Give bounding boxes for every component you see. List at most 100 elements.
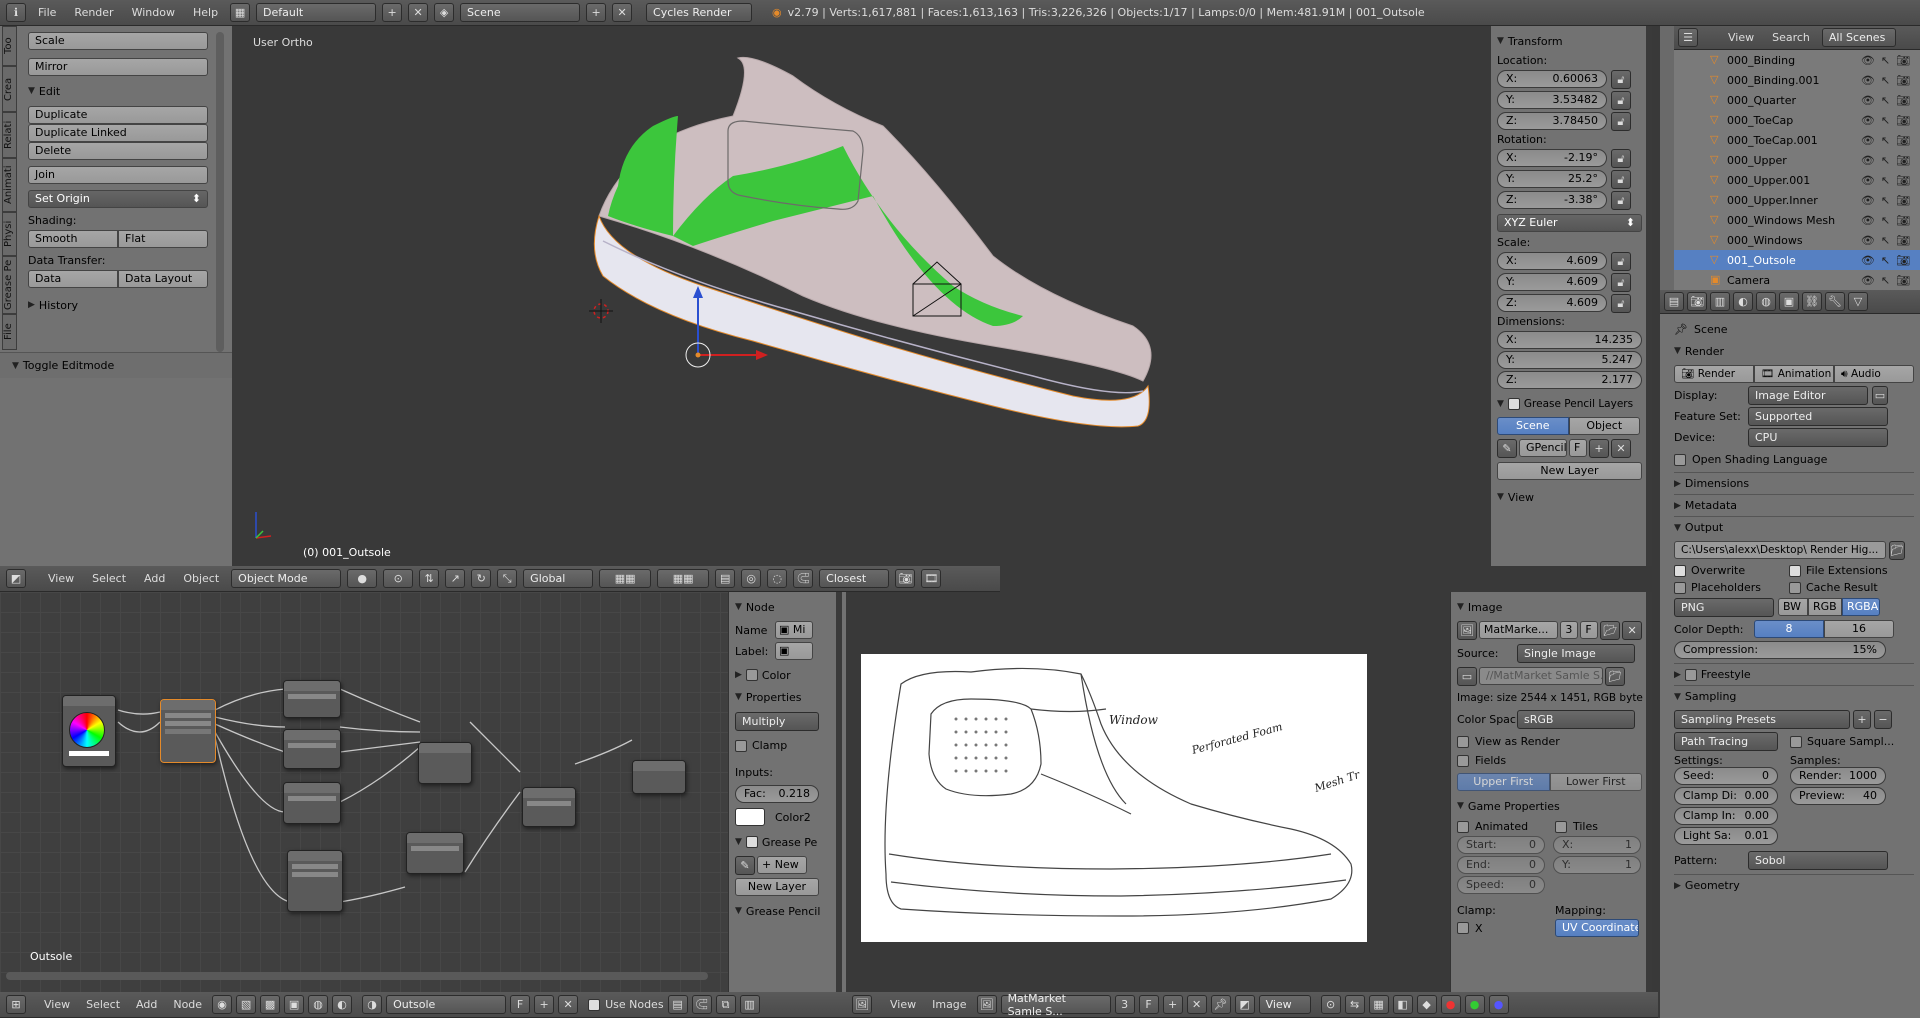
node-view-menu[interactable]: View bbox=[38, 998, 76, 1011]
opengl-anim-icon[interactable]: 🎞︎ bbox=[921, 569, 942, 588]
selectable-arrow-icon[interactable]: ↖ bbox=[1881, 134, 1890, 147]
outliner-editor-icon[interactable]: ☰ bbox=[1678, 28, 1698, 47]
gp-scene-tab[interactable]: Scene bbox=[1497, 417, 1569, 435]
visibility-eye-icon[interactable]: 👁︎ bbox=[1861, 194, 1875, 207]
square-samples-option[interactable]: Square Sampl... bbox=[1790, 735, 1894, 748]
render-camera-icon[interactable]: 📷︎ bbox=[1896, 214, 1910, 227]
translate-icon[interactable]: ↗ bbox=[445, 569, 466, 588]
paste-nodes-icon[interactable]: ▥ bbox=[739, 995, 760, 1014]
mix-shader-node-b[interactable] bbox=[522, 787, 576, 827]
output-section-header[interactable]: ▼ Output bbox=[1674, 516, 1914, 538]
channel-red-icon[interactable]: ● bbox=[1440, 995, 1461, 1014]
upper-first-button[interactable]: Upper First bbox=[1457, 773, 1550, 791]
use-nodes-option[interactable]: Use Nodes bbox=[588, 998, 664, 1011]
editor-type-image-icon[interactable]: 🖼︎ bbox=[852, 995, 872, 1014]
freestyle-section[interactable]: ▶ Freestyle bbox=[1674, 663, 1914, 685]
remove-scene-icon[interactable]: ✕ bbox=[612, 3, 633, 22]
node-name-field[interactable]: ▣ Mi bbox=[775, 621, 813, 639]
outliner-item[interactable]: ▣ Camera 👁︎ ↖ 📷︎ bbox=[1674, 270, 1920, 290]
rotation-y-field[interactable]: Y: 25.2° bbox=[1497, 170, 1607, 188]
selectable-arrow-icon[interactable]: ↖ bbox=[1881, 94, 1890, 107]
tab-relations[interactable]: Relati bbox=[2, 112, 17, 158]
image-path-field[interactable]: //MatMarket Samle S... bbox=[1479, 667, 1603, 685]
snap-magnet-icon[interactable]: 🧲︎ bbox=[793, 569, 814, 588]
tiles-option[interactable]: Tiles bbox=[1555, 820, 1598, 833]
location-y-field[interactable]: Y: 3.53482 bbox=[1497, 91, 1607, 109]
tiles-y-field[interactable]: Y: 1 bbox=[1553, 856, 1641, 874]
depth-8-button[interactable]: 8 bbox=[1754, 620, 1824, 638]
image-fake-user-header[interactable]: F bbox=[1138, 995, 1159, 1014]
copy-nodes-icon[interactable]: ⧉ bbox=[715, 995, 736, 1014]
file-extensions-option[interactable]: File Extensions bbox=[1789, 564, 1888, 577]
render-engine-select[interactable]: Cycles Render bbox=[646, 3, 753, 22]
animated-checkbox[interactable] bbox=[1457, 820, 1469, 833]
3d-viewport[interactable]: User Ortho (0) 001_Outsole bbox=[233, 26, 1491, 566]
visibility-eye-icon[interactable]: 👁︎ bbox=[1861, 54, 1875, 67]
node-grease-pencil-header[interactable]: ▼ Grease Pe bbox=[735, 831, 840, 853]
set-origin-dropdown[interactable]: Set Origin ⬍ bbox=[28, 190, 208, 208]
node-color-section[interactable]: ▶ Color bbox=[735, 664, 840, 686]
tab-create[interactable]: Crea bbox=[2, 66, 17, 112]
outliner-display-mode[interactable]: All Scenes bbox=[1821, 28, 1896, 47]
image-browse-icon[interactable]: 🖼︎ bbox=[1457, 621, 1477, 640]
grease-pencil-checkbox[interactable] bbox=[1507, 398, 1520, 410]
transform-orientation-dropdown[interactable]: Global bbox=[523, 569, 594, 588]
image-section-header[interactable]: ▼ Image bbox=[1457, 596, 1642, 618]
selectable-arrow-icon[interactable]: ↖ bbox=[1881, 54, 1890, 67]
scale-y-field[interactable]: Y: 4.609 bbox=[1497, 273, 1607, 291]
display-dropdown[interactable]: Image Editor bbox=[1748, 386, 1868, 405]
outliner-item[interactable]: ▽ 000_Upper.001 👁︎ ↖ 📷︎ bbox=[1674, 170, 1920, 190]
glossy-bsdf-node[interactable] bbox=[283, 729, 341, 769]
tool-shelf-scrollbar[interactable] bbox=[216, 32, 224, 352]
animated-option[interactable]: Animated bbox=[1457, 820, 1555, 833]
selectable-arrow-icon[interactable]: ↖ bbox=[1881, 194, 1890, 207]
selectable-arrow-icon[interactable]: ↖ bbox=[1881, 214, 1890, 227]
outliner-item[interactable]: ▽ 000_Upper 👁︎ ↖ 📷︎ bbox=[1674, 150, 1920, 170]
scale-x-field[interactable]: X: 4.609 bbox=[1497, 252, 1607, 270]
outliner-item[interactable]: ▽ 000_Quarter 👁︎ ↖ 📷︎ bbox=[1674, 90, 1920, 110]
node-new-layer-button[interactable]: New Layer bbox=[735, 878, 819, 896]
data-button[interactable]: Data bbox=[28, 270, 118, 288]
node-panel-scrollbar[interactable] bbox=[836, 592, 842, 995]
history-section-header[interactable]: ▶ History bbox=[28, 294, 208, 316]
menu-window[interactable]: Window bbox=[126, 6, 181, 19]
seed-field[interactable]: Seed: 0 bbox=[1674, 767, 1778, 785]
material-fake-user[interactable]: F bbox=[510, 995, 531, 1014]
clamp-x-checkbox[interactable] bbox=[1457, 922, 1469, 934]
remove-preset-icon[interactable]: − bbox=[1874, 710, 1892, 729]
menu-file[interactable]: File bbox=[32, 6, 62, 19]
shader-tree-icon[interactable]: ◉ bbox=[212, 995, 233, 1014]
edit-section-header[interactable]: ▼ Edit bbox=[28, 80, 208, 102]
panel-scrollbar[interactable] bbox=[1646, 26, 1652, 566]
add-scene-icon[interactable]: + bbox=[586, 3, 607, 22]
lock-icon[interactable]: 🔓︎ bbox=[1611, 170, 1631, 189]
viewport-shading-icon[interactable]: ● bbox=[347, 569, 378, 588]
scene-tab-icon[interactable]: ◐ bbox=[1733, 292, 1753, 311]
transform-header[interactable]: ▼ Transform bbox=[1497, 30, 1640, 52]
proportional-icon[interactable]: ◎ bbox=[741, 569, 762, 588]
cache-result-checkbox[interactable] bbox=[1789, 581, 1801, 594]
new-layer-button[interactable]: New Layer bbox=[1497, 462, 1642, 480]
visibility-eye-icon[interactable]: 👁︎ bbox=[1861, 174, 1875, 187]
material-browse-icon[interactable]: ◑ bbox=[362, 995, 383, 1014]
grease-pencil-checkbox[interactable] bbox=[745, 836, 758, 848]
dimensions-section[interactable]: ▶ Dimensions bbox=[1674, 472, 1914, 494]
alpha-icon[interactable]: ◧ bbox=[1392, 995, 1413, 1014]
visibility-eye-icon[interactable]: 👁︎ bbox=[1861, 134, 1875, 147]
node-node-menu[interactable]: Node bbox=[167, 998, 208, 1011]
viewport-add-menu[interactable]: Add bbox=[138, 572, 171, 585]
rgb-button[interactable]: RGB bbox=[1808, 598, 1842, 616]
image-remove-icon[interactable]: ✕ bbox=[1186, 995, 1207, 1014]
channel-z-icon[interactable]: ◆ bbox=[1416, 995, 1437, 1014]
dimensions-z-field[interactable]: Z: 2.177 bbox=[1497, 371, 1642, 389]
visibility-eye-icon[interactable]: 👁︎ bbox=[1861, 214, 1875, 227]
end-field[interactable]: End: 0 bbox=[1457, 856, 1545, 874]
selectable-arrow-icon[interactable]: ↖ bbox=[1881, 234, 1890, 247]
location-x-field[interactable]: X: 0.60063 bbox=[1497, 70, 1607, 88]
visibility-eye-icon[interactable]: 👁︎ bbox=[1861, 114, 1875, 127]
visibility-eye-icon[interactable]: 👁︎ bbox=[1861, 234, 1875, 247]
compositor-tree-icon[interactable]: ▧ bbox=[236, 995, 257, 1014]
glossy-bsdf-node-b[interactable] bbox=[406, 832, 464, 874]
folder-icon[interactable]: 📁︎ bbox=[1605, 667, 1625, 686]
image-file-icon[interactable]: ▭ bbox=[1457, 667, 1477, 686]
